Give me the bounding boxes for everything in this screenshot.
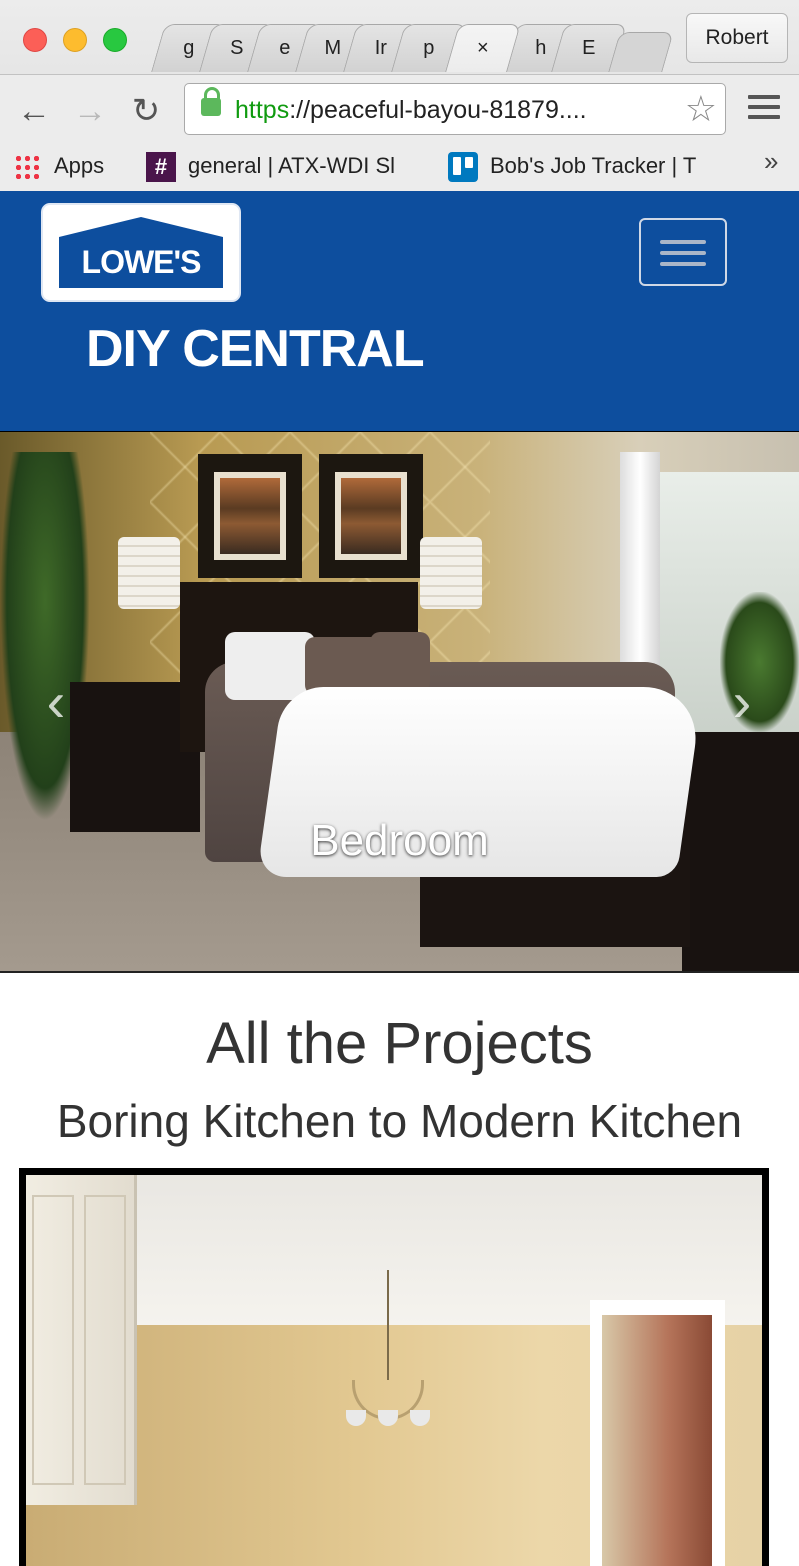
bookmark-label: Bob's Job Tracker | T (490, 153, 697, 178)
carousel-next-icon[interactable]: › (722, 672, 762, 732)
hamburger-bar-icon (660, 251, 706, 255)
back-arrow-icon[interactable]: ← (14, 91, 54, 131)
brick-wall (602, 1315, 712, 1566)
project-title[interactable]: Boring Kitchen to Modern Kitchen (0, 1094, 799, 1148)
browser-toolbar: ← → ↻ https://peaceful-bayou-81879.... ☆ (0, 74, 799, 145)
wall-art (198, 454, 302, 578)
pillow (225, 632, 315, 700)
logo-roof-shape (59, 217, 223, 237)
hamburger-bar-icon (660, 240, 706, 244)
hamburger-menu-icon[interactable] (748, 95, 780, 123)
close-window-icon[interactable] (23, 28, 47, 52)
bookmark-trello[interactable]: Bob's Job Tracker | T (448, 148, 696, 184)
cabinet (26, 1175, 137, 1505)
slack-icon: # (146, 152, 176, 183)
site-title: DIY CENTRAL (86, 320, 425, 378)
bookmark-label: Apps (54, 153, 105, 178)
bookmark-apps[interactable]: Apps (14, 148, 104, 184)
bookmarks-bar: Apps # general | ATX-WDI Sl Bob's Job Tra… (0, 144, 799, 191)
lowes-logo[interactable]: LOWE'S (41, 203, 241, 302)
hero-carousel: ‹ › Bedroom (0, 431, 799, 973)
site-header: LOWE'S DIY CENTRAL (0, 191, 799, 431)
url-scheme: https (235, 96, 290, 124)
lock-icon (201, 87, 221, 116)
reload-icon[interactable]: ↻ (126, 91, 166, 131)
tab-label: E (582, 37, 596, 59)
profile-button[interactable]: Robert (686, 13, 788, 63)
projects-heading: All the Projects (206, 1011, 593, 1076)
bookmarks-overflow-icon[interactable]: » (764, 146, 778, 177)
wall-art (319, 454, 423, 578)
address-bar[interactable]: https://peaceful-bayou-81879.... ☆ (184, 83, 726, 135)
tab-strip: g S e M Ir p × h E Robert (0, 0, 799, 74)
bookmark-label: general | ATX-WDI Sl (188, 153, 396, 178)
lamp (118, 537, 180, 609)
trello-icon (448, 152, 478, 183)
url-rest: ://peaceful-bayou-81879.... (289, 96, 587, 124)
star-icon[interactable]: ☆ (685, 89, 717, 129)
cabinet-door (32, 1195, 74, 1485)
kitchen-photo (26, 1175, 762, 1566)
forward-arrow-icon[interactable]: → (70, 91, 110, 131)
new-tab-button[interactable] (608, 32, 674, 72)
lamp (420, 537, 482, 609)
carousel-prev-icon[interactable]: ‹ (36, 672, 76, 732)
hamburger-bar-icon (660, 262, 706, 266)
tab-close-icon[interactable]: × (453, 37, 513, 60)
nav-toggle-button[interactable] (639, 218, 727, 286)
pillow (370, 632, 430, 692)
zoom-window-icon[interactable] (103, 28, 127, 52)
cabinet-door (84, 1195, 126, 1485)
browser-chrome: g S e M Ir p × h E Robert ← → ↻ https://… (0, 0, 799, 192)
project-image[interactable] (19, 1168, 769, 1566)
logo-text: LOWE'S (59, 237, 223, 288)
bookmark-slack[interactable]: # general | ATX-WDI Sl (146, 148, 395, 184)
url-text[interactable]: https://peaceful-bayou-81879.... (235, 96, 587, 125)
minimize-window-icon[interactable] (63, 28, 87, 52)
apps-grid-icon (14, 154, 40, 181)
carousel-caption: Bedroom (310, 816, 489, 865)
chandelier (346, 1270, 430, 1430)
